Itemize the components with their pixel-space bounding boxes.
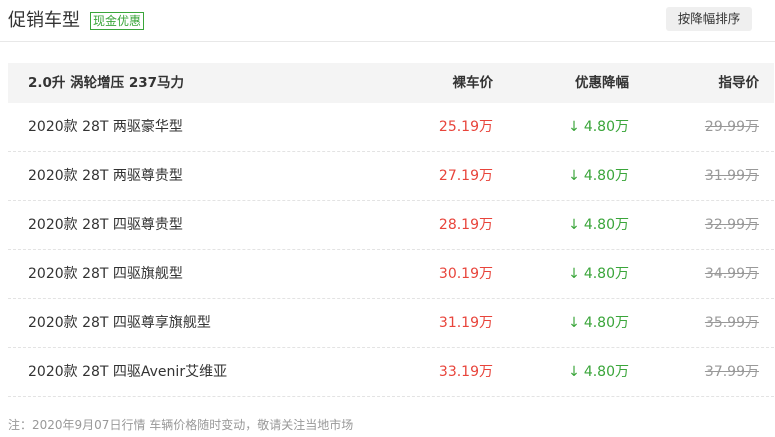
discount-amount: ↓ 4.80万 — [568, 250, 629, 299]
table-row[interactable]: 2020款 28T 两驱豪华型 25.19万 ↓ 4.80万 29.99万 — [8, 103, 774, 152]
discount-header: 优惠降幅 — [575, 75, 629, 91]
down-arrow-icon: ↓ — [568, 364, 580, 380]
down-arrow-icon: ↓ — [568, 266, 580, 282]
table-row[interactable]: 2020款 28T 四驱旗舰型 30.19万 ↓ 4.80万 34.99万 — [8, 250, 774, 299]
table-row[interactable]: 2020款 28T 四驱尊贵型 28.19万 ↓ 4.80万 32.99万 — [8, 201, 774, 250]
model-name[interactable]: 2020款 28T 四驱尊享旗舰型 — [28, 299, 211, 348]
table-row[interactable]: 2020款 28T 两驱尊贵型 27.19万 ↓ 4.80万 31.99万 — [8, 152, 774, 201]
down-arrow-icon: ↓ — [568, 315, 580, 331]
price-disclaimer: 注：2020年9月07日行情 车辆价格随时变动，敬请关注当地市场 — [8, 418, 354, 432]
discount-amount: ↓ 4.80万 — [568, 348, 629, 397]
discount-amount: ↓ 4.80万 — [568, 152, 629, 201]
discount-value: 4.80万 — [583, 168, 629, 184]
discount-amount: ↓ 4.80万 — [568, 103, 629, 152]
discount-amount: ↓ 4.80万 — [568, 299, 629, 348]
model-name[interactable]: 2020款 28T 两驱豪华型 — [28, 103, 183, 152]
discount-value: 4.80万 — [583, 217, 629, 233]
guide-price-header: 指导价 — [718, 75, 760, 91]
header: 促销车型 现金优惠 按降幅排序 — [0, 0, 775, 42]
promo-table: 2.0升 涡轮增压 237马力 裸车价 优惠降幅 指导价 2020款 28T 两… — [8, 63, 774, 397]
down-arrow-icon: ↓ — [568, 217, 580, 233]
discount-value: 4.80万 — [583, 266, 629, 282]
table-header: 2.0升 涡轮增压 237马力 裸车价 优惠降幅 指导价 — [8, 63, 774, 103]
net-price: 31.19万 — [438, 315, 493, 331]
engine-spec-header: 2.0升 涡轮增压 237马力 — [28, 75, 184, 91]
down-arrow-icon: ↓ — [568, 168, 580, 184]
guide-price: 35.99万 — [704, 315, 759, 331]
net-price: 28.19万 — [438, 217, 493, 233]
guide-price: 29.99万 — [704, 119, 759, 135]
model-name[interactable]: 2020款 28T 四驱旗舰型 — [28, 250, 183, 299]
discount-value: 4.80万 — [583, 364, 629, 380]
net-price: 30.19万 — [438, 266, 493, 282]
guide-price: 34.99万 — [704, 266, 759, 282]
table-row[interactable]: 2020款 28T 四驱尊享旗舰型 31.19万 ↓ 4.80万 35.99万 — [8, 299, 774, 348]
guide-price: 37.99万 — [704, 364, 759, 380]
discount-value: 4.80万 — [583, 119, 629, 135]
guide-price: 32.99万 — [704, 217, 759, 233]
discount-amount: ↓ 4.80万 — [568, 201, 629, 250]
guide-price: 31.99万 — [704, 168, 759, 184]
discount-value: 4.80万 — [583, 315, 629, 331]
down-arrow-icon: ↓ — [568, 119, 580, 135]
model-name[interactable]: 2020款 28T 四驱Avenir艾维亚 — [28, 348, 227, 397]
price-header: 裸车价 — [452, 75, 494, 91]
net-price: 25.19万 — [438, 119, 493, 135]
model-name[interactable]: 2020款 28T 四驱尊贵型 — [28, 201, 183, 250]
net-price: 27.19万 — [438, 168, 493, 184]
sort-by-discount-button[interactable]: 按降幅排序 — [666, 7, 752, 31]
model-name[interactable]: 2020款 28T 两驱尊贵型 — [28, 152, 183, 201]
net-price: 33.19万 — [438, 364, 493, 380]
cash-discount-badge: 现金优惠 — [90, 12, 145, 30]
page-title: 促销车型 — [8, 10, 80, 31]
table-row[interactable]: 2020款 28T 四驱Avenir艾维亚 33.19万 ↓ 4.80万 37.9… — [8, 348, 774, 397]
